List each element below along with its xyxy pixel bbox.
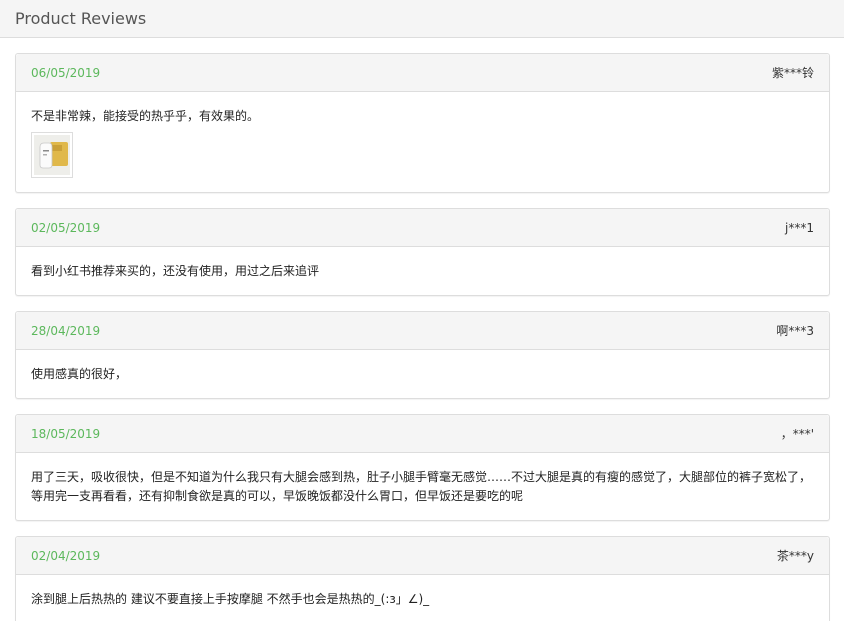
review-date: 02/04/2019 — [31, 548, 101, 563]
review-text: 涂到腿上后热热的 建议不要直接上手按摩腿 不然手也会是热热的_(:з」∠)_ — [31, 592, 430, 606]
review-header: 06/05/2019 紫***铃 — [16, 54, 829, 92]
review-text: 使用感真的很好， — [31, 367, 128, 381]
review-body: 用了三天，吸收很快，但是不知道为什么我只有大腿会感到热，肚子小腿手臂毫无感觉……… — [16, 453, 829, 520]
review-card: 28/04/2019 啊***3 使用感真的很好， — [15, 311, 830, 399]
review-username: 茶***y — [776, 549, 814, 563]
product-photo-image — [34, 135, 70, 175]
review-username: j***1 — [785, 220, 814, 235]
review-date: 06/05/2019 — [31, 65, 101, 80]
reviews-page: Product Reviews 06/05/2019 紫***铃 不是非常辣，能… — [0, 0, 844, 621]
review-header: 18/05/2019 ，***' — [16, 415, 829, 453]
review-card: 18/05/2019 ，***' 用了三天，吸收很快，但是不知道为什么我只有大腿… — [15, 414, 830, 521]
header: Product Reviews — [0, 0, 844, 38]
reviews-list: 06/05/2019 紫***铃 不是非常辣，能接受的热乎乎，有效果的。 02/… — [0, 38, 844, 621]
review-header: 02/05/2019 j***1 — [16, 209, 829, 247]
review-body: 看到小红书推荐来买的，还没有使用，用过之后来追评 — [16, 247, 829, 295]
review-body: 涂到腿上后热热的 建议不要直接上手按摩腿 不然手也会是热热的_(:з」∠)_ — [16, 575, 829, 621]
review-header: 28/04/2019 啊***3 — [16, 312, 829, 350]
review-card: 02/04/2019 茶***y 涂到腿上后热热的 建议不要直接上手按摩腿 不然… — [15, 536, 830, 621]
review-username: 啊***3 — [776, 324, 814, 338]
review-header: 02/04/2019 茶***y — [16, 537, 829, 575]
review-text: 看到小红书推荐来买的，还没有使用，用过之后来追评 — [31, 264, 320, 278]
review-card: 02/05/2019 j***1 看到小红书推荐来买的，还没有使用，用过之后来追… — [15, 208, 830, 296]
review-date: 18/05/2019 — [31, 426, 101, 441]
review-date: 28/04/2019 — [31, 323, 101, 338]
review-date: 02/05/2019 — [31, 220, 101, 235]
review-body: 不是非常辣，能接受的热乎乎，有效果的。 — [16, 92, 829, 192]
page-title: Product Reviews — [15, 9, 147, 28]
review-text: 用了三天，吸收很快，但是不知道为什么我只有大腿会感到热，肚子小腿手臂毫无感觉……… — [31, 470, 812, 503]
review-body: 使用感真的很好， — [16, 350, 829, 398]
review-username: 紫***铃 — [771, 66, 814, 80]
review-username: ，***' — [780, 427, 814, 441]
review-photo-thumbnail[interactable] — [31, 132, 73, 178]
review-text: 不是非常辣，能接受的热乎乎，有效果的。 — [31, 109, 260, 123]
review-card: 06/05/2019 紫***铃 不是非常辣，能接受的热乎乎，有效果的。 — [15, 53, 830, 193]
